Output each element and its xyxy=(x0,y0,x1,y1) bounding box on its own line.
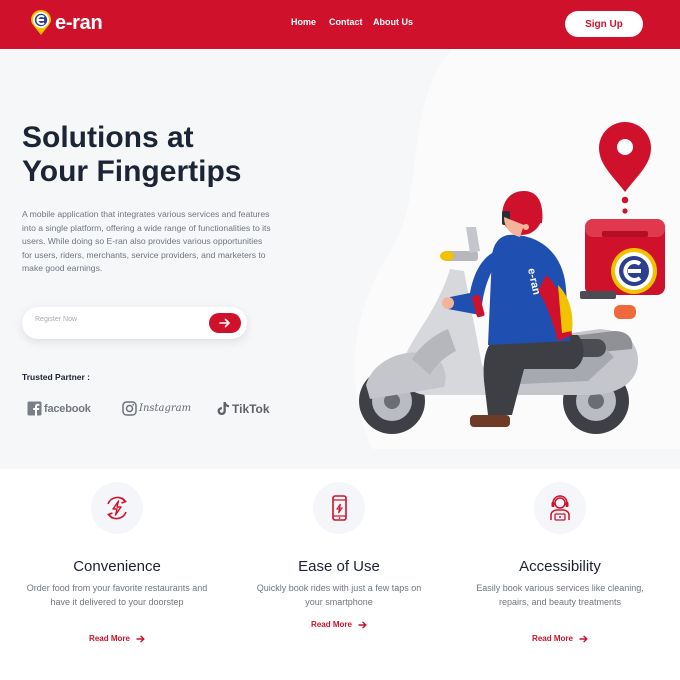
feature-ease-of-use: Ease of Use Quickly book rides with just… xyxy=(239,482,439,629)
delivery-box xyxy=(580,219,665,319)
feature-accessibility-icon-wrap xyxy=(534,482,586,534)
location-pin-icon xyxy=(599,122,651,214)
read-more-label: Read More xyxy=(532,634,573,643)
register-input[interactable] xyxy=(35,316,195,323)
arrow-right-icon xyxy=(219,318,230,328)
smartphone-icon xyxy=(332,495,347,521)
feature-description: Order food from your favorite restaurant… xyxy=(26,583,208,607)
read-more-label: Read More xyxy=(89,634,130,643)
feature-convenience: Convenience Order food from your favorit… xyxy=(17,482,217,643)
feature-description: Easily book various services like cleani… xyxy=(476,583,644,607)
signup-button[interactable]: Sign Up xyxy=(565,11,643,37)
lightning-refresh-icon xyxy=(107,496,127,520)
hero-title: Solutions at Your Fingertips xyxy=(22,121,322,189)
trusted-partner-label: Trusted Partner : xyxy=(22,372,91,382)
arrow-right-icon xyxy=(136,635,145,642)
hero-description: A mobile application that integrates var… xyxy=(22,209,271,274)
hero-section: Solutions at Your Fingertips A mobile ap… xyxy=(0,49,680,469)
nav-home-link[interactable]: Home xyxy=(291,17,316,27)
feature-description: Quickly book rides with just a few taps … xyxy=(256,583,422,607)
partner-instagram: Instagram xyxy=(122,401,191,416)
support-agent-icon xyxy=(550,495,570,521)
nav-about-link[interactable]: About Us xyxy=(373,17,413,27)
feature-accessibility: Accessibility Easily book various servic… xyxy=(460,482,660,643)
tiktok-label: TikTok xyxy=(232,401,270,416)
partner-tiktok: TikTok xyxy=(216,401,270,416)
feature-ease-icon-wrap xyxy=(313,482,365,534)
top-navbar: e-ran Home Contact About Us Sign Up xyxy=(0,0,680,49)
feature-title: Ease of Use xyxy=(298,558,380,575)
nav-contact-link[interactable]: Contact xyxy=(329,17,363,27)
brand-logo[interactable]: e-ran xyxy=(30,10,103,36)
facebook-label: facebook xyxy=(44,402,91,415)
read-more-link[interactable]: Read More xyxy=(460,634,660,643)
facebook-icon xyxy=(27,401,42,416)
arrow-right-icon xyxy=(579,635,588,642)
feature-title: Convenience xyxy=(73,558,161,575)
instagram-icon xyxy=(122,401,137,416)
register-submit-button[interactable] xyxy=(209,313,241,333)
brand-name: e-ran xyxy=(55,11,103,34)
tiktok-icon xyxy=(217,402,229,415)
partner-facebook: facebook xyxy=(27,401,91,416)
logo-pin-icon xyxy=(31,10,51,35)
feature-convenience-icon-wrap xyxy=(91,482,143,534)
feature-title: Accessibility xyxy=(519,558,601,575)
arrow-right-icon xyxy=(358,621,367,628)
read-more-link[interactable]: Read More xyxy=(239,620,439,629)
scooter-rider-illustration: e-ran xyxy=(359,122,665,434)
read-more-link[interactable]: Read More xyxy=(17,634,217,643)
hero-title-line1: Solutions at xyxy=(22,121,194,154)
read-more-label: Read More xyxy=(311,620,352,629)
register-form xyxy=(22,307,247,339)
instagram-label: Instagram xyxy=(139,403,192,414)
hero-title-line2: Your Fingertips xyxy=(22,155,242,188)
